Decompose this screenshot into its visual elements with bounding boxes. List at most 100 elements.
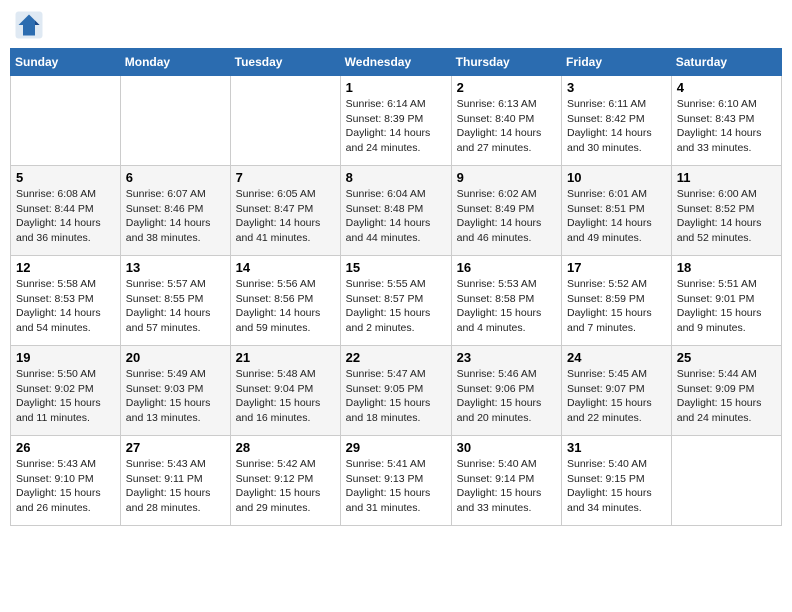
calendar-header-row: SundayMondayTuesdayWednesdayThursdayFrid… — [11, 49, 782, 76]
calendar-cell: 27 Sunrise: 5:43 AMSunset: 9:11 PMDayligh… — [120, 436, 230, 526]
calendar-cell: 20 Sunrise: 5:49 AMSunset: 9:03 PMDayligh… — [120, 346, 230, 436]
calendar-cell — [671, 436, 781, 526]
day-number: 10 — [567, 170, 666, 185]
day-info: Sunrise: 5:53 AMSunset: 8:58 PMDaylight:… — [457, 277, 556, 336]
day-number: 17 — [567, 260, 666, 275]
weekday-header-wednesday: Wednesday — [340, 49, 451, 76]
day-number: 14 — [236, 260, 335, 275]
day-info: Sunrise: 5:48 AMSunset: 9:04 PMDaylight:… — [236, 367, 335, 426]
day-number: 2 — [457, 80, 556, 95]
calendar-cell: 11 Sunrise: 6:00 AMSunset: 8:52 PMDayligh… — [671, 166, 781, 256]
calendar-week-row: 1 Sunrise: 6:14 AMSunset: 8:39 PMDaylight… — [11, 76, 782, 166]
day-info: Sunrise: 5:40 AMSunset: 9:14 PMDaylight:… — [457, 457, 556, 516]
calendar-cell: 30 Sunrise: 5:40 AMSunset: 9:14 PMDayligh… — [451, 436, 561, 526]
day-info: Sunrise: 6:11 AMSunset: 8:42 PMDaylight:… — [567, 97, 666, 156]
page-header — [10, 10, 782, 40]
day-number: 3 — [567, 80, 666, 95]
day-info: Sunrise: 5:50 AMSunset: 9:02 PMDaylight:… — [16, 367, 115, 426]
day-number: 12 — [16, 260, 115, 275]
calendar-cell: 25 Sunrise: 5:44 AMSunset: 9:09 PMDayligh… — [671, 346, 781, 436]
calendar-week-row: 12Sunrise: 5:58 AMSunset: 8:53 PMDayligh… — [11, 256, 782, 346]
calendar-cell — [120, 76, 230, 166]
calendar-cell: 14 Sunrise: 5:56 AMSunset: 8:56 PMDayligh… — [230, 256, 340, 346]
day-number: 16 — [457, 260, 556, 275]
calendar-cell: 29 Sunrise: 5:41 AMSunset: 9:13 PMDayligh… — [340, 436, 451, 526]
day-number: 5 — [16, 170, 115, 185]
calendar-cell: 3 Sunrise: 6:11 AMSunset: 8:42 PMDaylight… — [562, 76, 672, 166]
calendar-cell: 6 Sunrise: 6:07 AMSunset: 8:46 PMDaylight… — [120, 166, 230, 256]
day-number: 19 — [16, 350, 115, 365]
calendar-cell: 18Sunrise: 5:51 AMSunset: 9:01 PMDayligh… — [671, 256, 781, 346]
day-info: Sunrise: 6:04 AMSunset: 8:48 PMDaylight:… — [346, 187, 446, 246]
day-number: 21 — [236, 350, 335, 365]
calendar-cell: 24 Sunrise: 5:45 AMSunset: 9:07 PMDayligh… — [562, 346, 672, 436]
calendar-cell: 23Sunrise: 5:46 AMSunset: 9:06 PMDayligh… — [451, 346, 561, 436]
day-number: 1 — [346, 80, 446, 95]
day-number: 30 — [457, 440, 556, 455]
calendar-cell: 13 Sunrise: 5:57 AMSunset: 8:55 PMDayligh… — [120, 256, 230, 346]
day-info: Sunrise: 6:14 AMSunset: 8:39 PMDaylight:… — [346, 97, 446, 156]
weekday-header-saturday: Saturday — [671, 49, 781, 76]
calendar-cell: 21 Sunrise: 5:48 AMSunset: 9:04 PMDayligh… — [230, 346, 340, 436]
calendar-cell: 12Sunrise: 5:58 AMSunset: 8:53 PMDayligh… — [11, 256, 121, 346]
calendar-cell: 4 Sunrise: 6:10 AMSunset: 8:43 PMDaylight… — [671, 76, 781, 166]
calendar-week-row: 5 Sunrise: 6:08 AMSunset: 8:44 PMDaylight… — [11, 166, 782, 256]
day-info: Sunrise: 5:49 AMSunset: 9:03 PMDaylight:… — [126, 367, 225, 426]
day-info: Sunrise: 5:57 AMSunset: 8:55 PMDaylight:… — [126, 277, 225, 336]
weekday-header-monday: Monday — [120, 49, 230, 76]
day-number: 29 — [346, 440, 446, 455]
day-number: 26 — [16, 440, 115, 455]
calendar-cell: 26 Sunrise: 5:43 AMSunset: 9:10 PMDayligh… — [11, 436, 121, 526]
calendar-cell: 9Sunrise: 6:02 AMSunset: 8:49 PMDaylight… — [451, 166, 561, 256]
calendar-cell: 10 Sunrise: 6:01 AMSunset: 8:51 PMDayligh… — [562, 166, 672, 256]
day-number: 22 — [346, 350, 446, 365]
calendar-cell: 5 Sunrise: 6:08 AMSunset: 8:44 PMDaylight… — [11, 166, 121, 256]
day-number: 15 — [346, 260, 446, 275]
calendar-week-row: 26 Sunrise: 5:43 AMSunset: 9:10 PMDayligh… — [11, 436, 782, 526]
day-info: Sunrise: 6:07 AMSunset: 8:46 PMDaylight:… — [126, 187, 225, 246]
day-number: 8 — [346, 170, 446, 185]
day-info: Sunrise: 6:01 AMSunset: 8:51 PMDaylight:… — [567, 187, 666, 246]
calendar-table: SundayMondayTuesdayWednesdayThursdayFrid… — [10, 48, 782, 526]
day-number: 13 — [126, 260, 225, 275]
day-info: Sunrise: 5:44 AMSunset: 9:09 PMDaylight:… — [677, 367, 776, 426]
weekday-header-friday: Friday — [562, 49, 672, 76]
day-number: 28 — [236, 440, 335, 455]
day-info: Sunrise: 5:43 AMSunset: 9:10 PMDaylight:… — [16, 457, 115, 516]
day-info: Sunrise: 5:40 AMSunset: 9:15 PMDaylight:… — [567, 457, 666, 516]
day-info: Sunrise: 5:51 AMSunset: 9:01 PMDaylight:… — [677, 277, 776, 336]
day-info: Sunrise: 5:42 AMSunset: 9:12 PMDaylight:… — [236, 457, 335, 516]
day-number: 27 — [126, 440, 225, 455]
day-info: Sunrise: 5:43 AMSunset: 9:11 PMDaylight:… — [126, 457, 225, 516]
weekday-header-sunday: Sunday — [11, 49, 121, 76]
calendar-cell: 1 Sunrise: 6:14 AMSunset: 8:39 PMDaylight… — [340, 76, 451, 166]
day-number: 7 — [236, 170, 335, 185]
day-number: 11 — [677, 170, 776, 185]
day-info: Sunrise: 6:08 AMSunset: 8:44 PMDaylight:… — [16, 187, 115, 246]
calendar-cell: 2Sunrise: 6:13 AMSunset: 8:40 PMDaylight… — [451, 76, 561, 166]
day-info: Sunrise: 5:56 AMSunset: 8:56 PMDaylight:… — [236, 277, 335, 336]
day-info: Sunrise: 5:52 AMSunset: 8:59 PMDaylight:… — [567, 277, 666, 336]
calendar-cell: 17 Sunrise: 5:52 AMSunset: 8:59 PMDayligh… — [562, 256, 672, 346]
day-number: 31 — [567, 440, 666, 455]
day-info: Sunrise: 6:00 AMSunset: 8:52 PMDaylight:… — [677, 187, 776, 246]
day-info: Sunrise: 6:10 AMSunset: 8:43 PMDaylight:… — [677, 97, 776, 156]
calendar-cell: 19 Sunrise: 5:50 AMSunset: 9:02 PMDayligh… — [11, 346, 121, 436]
day-info: Sunrise: 5:41 AMSunset: 9:13 PMDaylight:… — [346, 457, 446, 516]
day-number: 20 — [126, 350, 225, 365]
day-info: Sunrise: 5:47 AMSunset: 9:05 PMDaylight:… — [346, 367, 446, 426]
calendar-cell: 22 Sunrise: 5:47 AMSunset: 9:05 PMDayligh… — [340, 346, 451, 436]
calendar-cell: 15Sunrise: 5:55 AMSunset: 8:57 PMDayligh… — [340, 256, 451, 346]
day-number: 24 — [567, 350, 666, 365]
calendar-cell: 28 Sunrise: 5:42 AMSunset: 9:12 PMDayligh… — [230, 436, 340, 526]
day-number: 6 — [126, 170, 225, 185]
weekday-header-thursday: Thursday — [451, 49, 561, 76]
calendar-cell: 7Sunrise: 6:05 AMSunset: 8:47 PMDaylight… — [230, 166, 340, 256]
calendar-cell: 8 Sunrise: 6:04 AMSunset: 8:48 PMDaylight… — [340, 166, 451, 256]
day-number: 25 — [677, 350, 776, 365]
day-info: Sunrise: 6:02 AMSunset: 8:49 PMDaylight:… — [457, 187, 556, 246]
day-info: Sunrise: 5:45 AMSunset: 9:07 PMDaylight:… — [567, 367, 666, 426]
calendar-cell — [11, 76, 121, 166]
day-number: 4 — [677, 80, 776, 95]
logo-icon — [14, 10, 44, 40]
